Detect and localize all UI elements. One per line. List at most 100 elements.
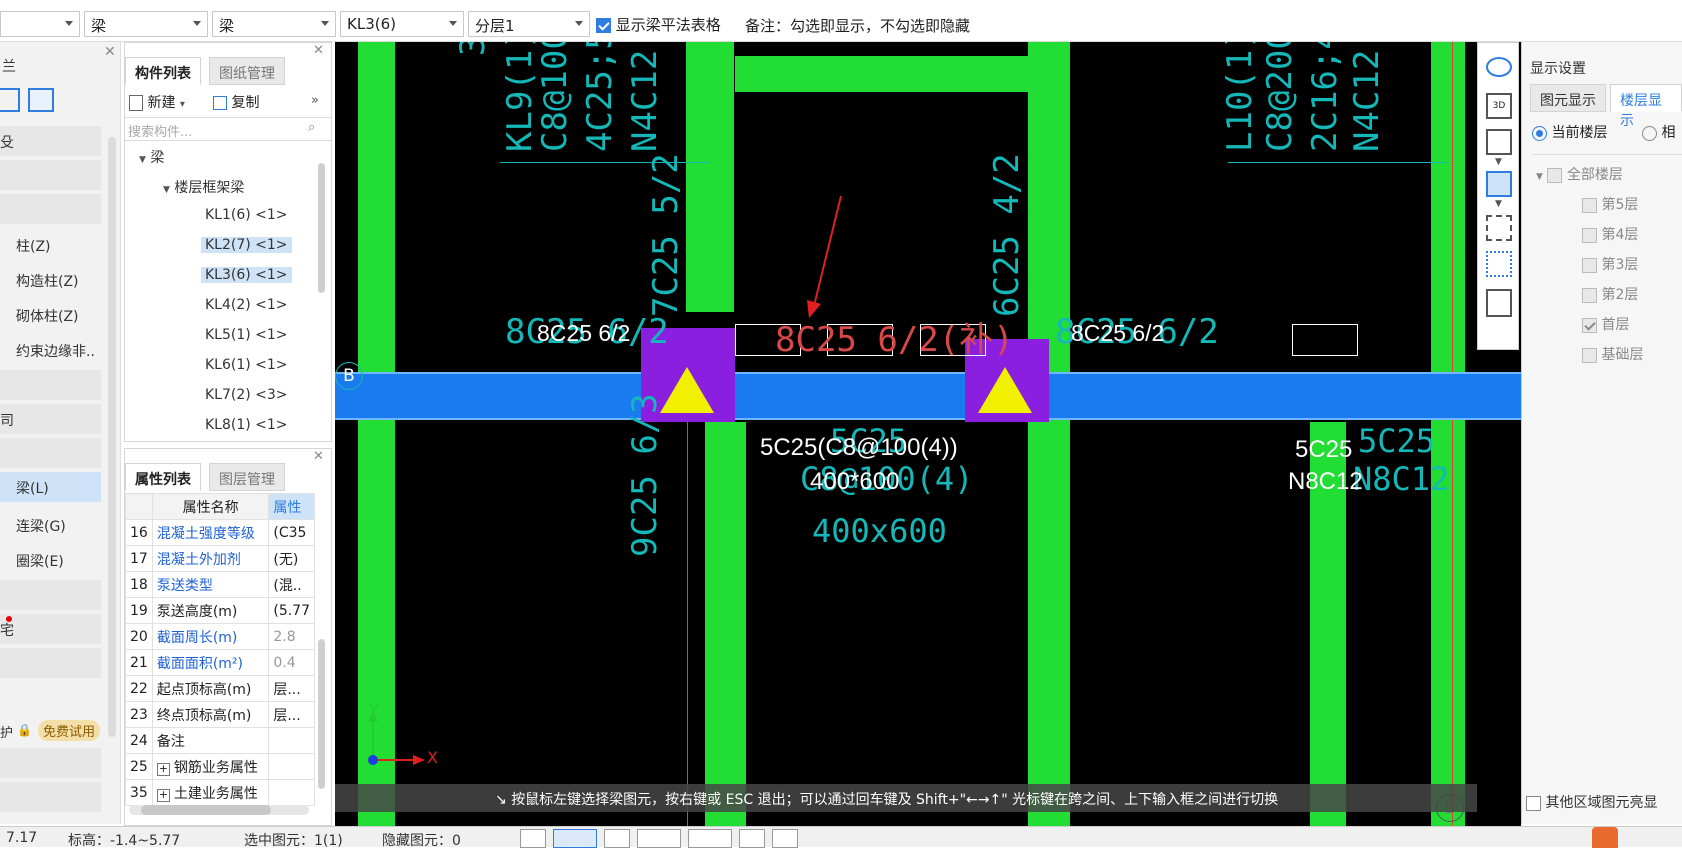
row-value[interactable]: 层... [268, 701, 315, 728]
snap-cross-icon[interactable] [604, 829, 630, 848]
span-input-box[interactable] [1292, 324, 1358, 356]
table-row[interactable]: 21 截面面积(m²) 0.4 [125, 649, 315, 676]
nav-row[interactable] [0, 370, 101, 400]
table-row[interactable]: 20 截面周长(m) 2.8 [125, 623, 315, 650]
checkbox-checked-icon[interactable] [1582, 317, 1597, 333]
checkbox-icon[interactable] [1526, 795, 1541, 811]
tree-item[interactable]: KL4(2) <1> [205, 297, 288, 313]
nav-item-column[interactable]: 柱(Z) [16, 236, 51, 256]
snap-point-icon[interactable] [688, 829, 732, 848]
table-row[interactable]: 24 备注 [125, 727, 315, 754]
checkbox-icon[interactable] [1582, 347, 1597, 363]
nav-row[interactable] [0, 438, 101, 468]
free-trial-badge[interactable]: 免费试用 [38, 720, 101, 741]
row-value[interactable]: (混.. [268, 571, 315, 598]
nav-item-coupling-beam[interactable]: 连梁(G) [16, 516, 66, 536]
tree-item[interactable]: KL7(2) <3> [205, 387, 288, 403]
nav-row[interactable] [0, 648, 101, 678]
nav-row[interactable]: 宅 [0, 614, 101, 644]
tree-item[interactable]: KL2(7) <1> [201, 237, 292, 253]
tab-property-list[interactable]: 属性列表 [125, 463, 201, 491]
ime-logo-icon[interactable] [1592, 827, 1618, 848]
detail-view-icon[interactable] [28, 88, 54, 112]
radio-other-floor[interactable]: 相 [1642, 122, 1675, 142]
beam-green[interactable] [735, 56, 1028, 92]
tab-element-display[interactable]: 图元显示 [1530, 84, 1606, 112]
other-area-highlight[interactable]: 其他区域图元亮显 [1526, 792, 1657, 812]
floor-item[interactable]: 第4层 [1582, 224, 1638, 244]
table-row[interactable]: 19 泵送高度(m) (5.77 [125, 597, 315, 624]
chevron-down-icon[interactable]: ▼ [1495, 199, 1502, 209]
snap-layer-icon[interactable] [739, 829, 765, 848]
combo-component[interactable]: KL3(6) [340, 11, 464, 37]
copy-button[interactable]: 复制 [213, 92, 259, 112]
3d-view-icon[interactable]: 3D [1486, 93, 1512, 119]
column-green[interactable] [1431, 42, 1465, 826]
expand-plus-icon[interactable]: + [156, 788, 170, 802]
checkbox-icon[interactable] [1547, 167, 1563, 183]
beam-label-size[interactable]: 400*600 [810, 468, 899, 496]
table-row[interactable]: 16 混凝土强度等级 (C35 [125, 519, 315, 546]
floor-item[interactable]: 第2层 [1582, 284, 1638, 304]
tree-root-beam[interactable]: ▼ 梁 [139, 147, 164, 167]
expand-plus-icon[interactable]: + [156, 762, 170, 776]
tree-all-floors[interactable]: ▼ 全部楼层 [1536, 164, 1623, 184]
checkbox-icon[interactable] [596, 18, 611, 33]
nav-item-masonry-column[interactable]: 砌体柱(Z) [16, 306, 79, 326]
checkbox-icon[interactable] [1582, 227, 1597, 243]
floor-item[interactable]: 第5层 [1582, 194, 1638, 214]
axis-marker-b[interactable]: B [335, 362, 363, 390]
radio-icon[interactable] [1642, 125, 1657, 141]
search-input[interactable]: 搜索构件... ⌕ [125, 117, 331, 141]
row-value[interactable]: (无) [268, 545, 315, 572]
radio-current-floor[interactable]: 当前楼层 [1532, 122, 1607, 142]
select-box-icon[interactable] [1486, 251, 1512, 277]
column-green[interactable] [1028, 42, 1070, 826]
checkbox-icon[interactable] [1582, 287, 1597, 303]
search-icon[interactable]: ⌕ [308, 120, 315, 135]
snap-angle-icon[interactable] [637, 829, 681, 848]
tree-scrollbar[interactable] [318, 163, 325, 293]
show-table-toggle[interactable]: 显示梁平法表格 [596, 14, 721, 35]
cube-filled-icon[interactable] [1486, 171, 1512, 197]
nav-row[interactable]: 殳 [0, 126, 101, 156]
cube-icon[interactable] [1486, 129, 1512, 155]
tree-item[interactable]: KL6(1) <1> [205, 357, 288, 373]
tab-component-list[interactable]: 构件列表 [125, 57, 201, 85]
combo-subtype[interactable]: 梁 [212, 11, 336, 37]
snap-orthogonal-icon[interactable] [520, 829, 546, 848]
combo-type[interactable]: 梁 [84, 11, 208, 37]
nav-item-constructional-column[interactable]: 构造柱(Z) [16, 271, 79, 291]
tab-layer-management[interactable]: 图层管理 [209, 463, 285, 491]
floor-item[interactable]: 首层 [1582, 314, 1629, 334]
list-view-icon[interactable] [0, 88, 20, 112]
double-chevron-right-icon[interactable]: » [311, 93, 319, 108]
table-row[interactable]: 18 泵送类型 (混.. [125, 571, 315, 598]
close-icon[interactable]: ✕ [313, 449, 324, 464]
snap-curve-icon[interactable] [772, 829, 798, 848]
row-value[interactable]: (5.77 [268, 597, 315, 624]
horizontal-scrollbar[interactable] [129, 805, 309, 815]
layer-list-icon[interactable] [1486, 289, 1512, 317]
tab-drawing-management[interactable]: 图纸管理 [209, 57, 285, 85]
beam-label-right-side[interactable]: N8C12 [1288, 468, 1363, 496]
snap-box-icon[interactable] [553, 829, 597, 848]
row-name-expandable[interactable]: + 钢筋业务属性 [151, 753, 270, 780]
tab-floor-display[interactable]: 楼层显示 [1610, 84, 1682, 129]
orbit-icon[interactable] [1486, 57, 1512, 77]
checkbox-icon[interactable] [1582, 197, 1597, 213]
beam-label-center[interactable]: 5C25(C8@100(4)) [760, 434, 958, 462]
column-green[interactable] [705, 422, 746, 826]
table-row[interactable]: 35 + 土建业务属性 [125, 779, 315, 806]
row-name-expandable[interactable]: + 土建业务属性 [151, 779, 270, 806]
nav-row[interactable]: 司 [0, 404, 101, 434]
row-value[interactable]: (C35 [268, 519, 315, 546]
nav-row[interactable] [0, 160, 101, 190]
tree-item[interactable]: KL5(1) <1> [205, 327, 288, 343]
nav-row[interactable] [0, 748, 101, 778]
drawing-canvas[interactable]: KL9(1) 4 C8@100/2 4C25;5C2 N4C12 L10(1) … [335, 42, 1521, 826]
table-row[interactable]: 23 终点顶标高(m) 层... [125, 701, 315, 728]
nav-row[interactable] [0, 782, 101, 812]
radio-selected-icon[interactable] [1532, 125, 1547, 141]
nav-item-ring-beam[interactable]: 圈梁(E) [16, 551, 64, 571]
